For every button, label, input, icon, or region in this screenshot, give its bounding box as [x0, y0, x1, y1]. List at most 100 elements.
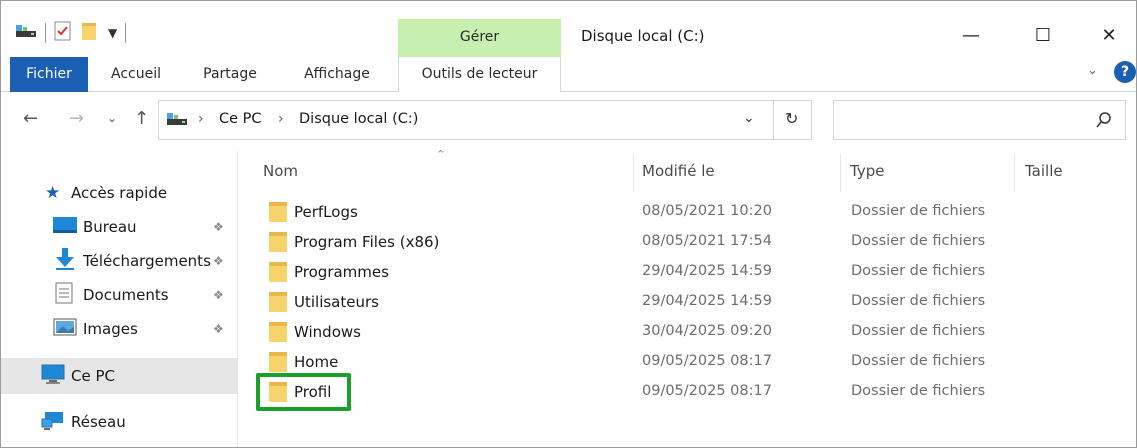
maximize-button[interactable]: ☐ [1021, 17, 1065, 53]
tab-accueil[interactable]: Accueil [101, 57, 171, 92]
quick-access-toolbar: ▼ [15, 21, 127, 45]
new-folder-icon[interactable] [80, 21, 100, 45]
window-title: Disque local (C:) [581, 27, 705, 45]
refresh-icon[interactable]: ↻ [785, 109, 798, 128]
file-name: Program Files (x86) [294, 233, 440, 251]
table-row[interactable]: PerfLogs 08/05/2021 10:20 Dossier de fic… [258, 197, 1118, 227]
column-header-nom[interactable]: Nom [263, 162, 298, 180]
qat-separator [45, 23, 46, 43]
navigation-pane: ★ Accès rapide Bureau ❖ Téléchargements … [1, 148, 237, 447]
file-modified: 29/04/2025 14:59 [642, 263, 772, 279]
pin-icon[interactable]: ❖ [213, 220, 224, 234]
folder-icon [268, 261, 288, 287]
back-arrow-icon[interactable]: ← [23, 108, 38, 129]
folder-icon [268, 201, 288, 227]
tab-fichier[interactable]: Fichier [10, 57, 88, 92]
tab-affichage[interactable]: Affichage [291, 57, 383, 92]
close-button[interactable]: ✕ [1087, 17, 1131, 53]
close-icon: ✕ [1101, 24, 1117, 46]
maximize-icon: ☐ [1034, 24, 1052, 46]
highlight-annotation [256, 373, 351, 411]
breadcrumb-disque-local[interactable]: Disque local (C:) [299, 111, 418, 127]
nav-item-documents[interactable]: Documents ❖ [1, 278, 237, 312]
search-input[interactable] [833, 100, 1126, 140]
desktop-icon [53, 217, 77, 237]
pin-icon[interactable]: ❖ [213, 288, 224, 302]
file-name: PerfLogs [294, 203, 358, 221]
ribbon-tabs: Fichier Accueil Partage Affichage Outils… [1, 57, 1136, 92]
file-explorer-window: ▼ Gérer Disque local (C:) — ☐ ✕ Fichier … [0, 0, 1137, 448]
nav-item-bureau[interactable]: Bureau ❖ [1, 210, 237, 244]
table-row[interactable]: Windows 30/04/2025 09:20 Dossier de fich… [258, 317, 1118, 347]
file-modified: 29/04/2025 14:59 [642, 293, 772, 309]
column-header-type[interactable]: Type [850, 162, 884, 180]
address-divider [773, 100, 774, 140]
nav-label-acces-rapide: Accès rapide [71, 184, 168, 202]
nav-item-reseau[interactable]: Réseau [1, 405, 237, 439]
nav-label-reseau: Réseau [71, 413, 126, 431]
file-modified: 09/05/2025 08:17 [642, 383, 772, 399]
nav-item-acces-rapide[interactable]: ★ Accès rapide [1, 176, 237, 210]
minimize-icon: — [962, 24, 980, 46]
sort-ascending-icon: ⌃ [436, 148, 446, 161]
context-group-label: Gérer [459, 29, 500, 45]
pin-icon[interactable]: ❖ [213, 254, 224, 268]
file-type: Dossier de fichiers [851, 233, 986, 249]
file-type: Dossier de fichiers [851, 293, 986, 309]
table-row[interactable]: Program Files (x86) 08/05/2021 17:54 Dos… [258, 227, 1118, 257]
forward-arrow-icon[interactable]: → [69, 108, 84, 129]
breadcrumb-chevron-icon-2[interactable]: › [278, 111, 284, 127]
help-icon[interactable]: ? [1114, 61, 1136, 83]
file-modified: 30/04/2025 09:20 [642, 323, 772, 339]
column-separator[interactable] [840, 154, 841, 192]
table-row[interactable]: Programmes 29/04/2025 14:59 Dossier de f… [258, 257, 1118, 287]
file-name: Windows [294, 323, 361, 341]
nav-label-bureau: Bureau [83, 218, 137, 236]
up-arrow-icon[interactable]: ↑ [134, 108, 149, 129]
table-row[interactable]: Profil 09/05/2025 08:17 Dossier de fichi… [258, 377, 1118, 407]
file-type: Dossier de fichiers [851, 203, 986, 219]
column-header-modifie-le[interactable]: Modifié le [642, 162, 715, 180]
customize-dropdown-icon[interactable]: ▼ [108, 26, 117, 40]
nav-label-images: Images [83, 320, 138, 338]
navigation-bar: ← → ⌄ ↑ › Ce PC › Disque local (C:) ⌄ ↻ [1, 92, 1136, 148]
table-row[interactable]: Home 09/05/2025 08:17 Dossier de fichier… [258, 347, 1118, 377]
file-type: Dossier de fichiers [851, 383, 986, 399]
pin-icon[interactable]: ❖ [213, 322, 224, 336]
folder-icon [268, 291, 288, 317]
computer-icon [41, 364, 65, 388]
file-name: Programmes [294, 263, 389, 281]
expand-ribbon-chevron-icon[interactable]: ⌄ [1087, 63, 1098, 78]
file-list: ⌃ Nom Modifié le Type Taille PerfLogs 08… [238, 148, 1136, 447]
column-separator[interactable] [633, 154, 634, 192]
network-icon [41, 410, 65, 434]
drive-icon-address [166, 111, 188, 131]
search-icon[interactable] [1095, 111, 1113, 133]
nav-item-images[interactable]: Images ❖ [1, 312, 237, 346]
nav-label-ce-pc: Ce PC [71, 367, 115, 385]
address-dropdown-icon[interactable]: ⌄ [743, 110, 755, 126]
drive-icon[interactable] [15, 23, 37, 43]
file-type: Dossier de fichiers [851, 353, 986, 369]
column-separator[interactable] [1014, 154, 1015, 192]
title-bar: ▼ Gérer Disque local (C:) — ☐ ✕ [1, 1, 1136, 57]
column-header-taille[interactable]: Taille [1025, 162, 1063, 180]
tab-outils-de-lecteur[interactable]: Outils de lecteur [398, 57, 561, 92]
table-row[interactable]: Utilisateurs 29/04/2025 14:59 Dossier de… [258, 287, 1118, 317]
file-name: Home [294, 353, 339, 371]
download-icon [55, 248, 75, 274]
file-type: Dossier de fichiers [851, 323, 986, 339]
file-type: Dossier de fichiers [851, 263, 986, 279]
properties-icon[interactable] [54, 21, 72, 45]
file-modified: 08/05/2021 17:54 [642, 233, 772, 249]
nav-item-ce-pc[interactable]: Ce PC [1, 358, 237, 394]
documents-icon [55, 282, 73, 308]
breadcrumb-chevron-icon[interactable]: › [198, 111, 204, 127]
recent-locations-chevron-icon[interactable]: ⌄ [107, 111, 117, 125]
minimize-button[interactable]: — [949, 17, 993, 53]
folder-icon [268, 321, 288, 347]
star-icon: ★ [45, 183, 61, 203]
nav-item-telechargements[interactable]: Téléchargements ❖ [1, 244, 237, 278]
tab-partage[interactable]: Partage [193, 57, 267, 92]
breadcrumb-ce-pc[interactable]: Ce PC [219, 111, 262, 127]
